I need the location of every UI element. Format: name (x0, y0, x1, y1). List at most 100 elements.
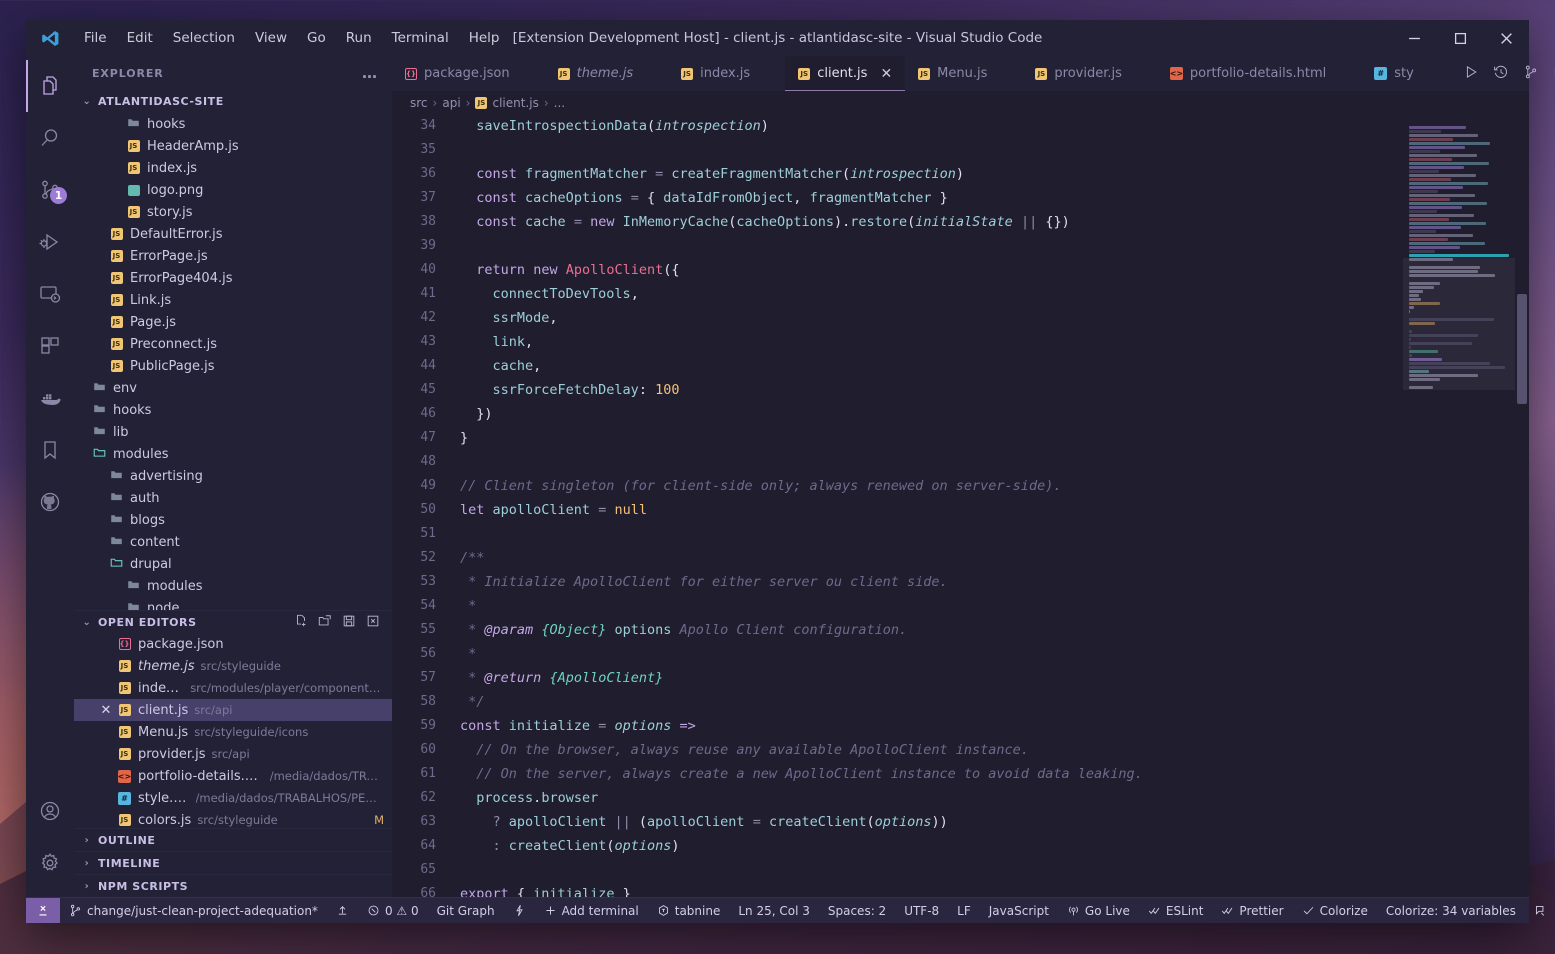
open-editor-menu-js[interactable]: JS Menu.js src/styleguide/icons (74, 721, 392, 743)
activity-docker[interactable] (26, 372, 74, 424)
sidebar-more-icon[interactable]: … (362, 64, 378, 82)
code-line[interactable]: 41 connectToDevTools, (392, 282, 1403, 306)
menu-help[interactable]: Help (459, 26, 510, 50)
activity-account[interactable] (26, 785, 74, 837)
code-line[interactable]: 39 (392, 234, 1403, 258)
status-git-branch[interactable]: change/just-clean-project-adequation* (60, 898, 327, 923)
code-line[interactable]: 65 (392, 858, 1403, 882)
status-language-mode[interactable]: JavaScript (980, 898, 1058, 923)
code-line[interactable]: 59 const initialize = options => (392, 714, 1403, 738)
code-line[interactable]: 35 (392, 138, 1403, 162)
tab-close-icon[interactable]: ✕ (880, 67, 892, 81)
tree-row-drupal[interactable]: drupal (74, 553, 392, 575)
open-editor-theme-js[interactable]: JS theme.js src/styleguide (74, 655, 392, 677)
menu-go[interactable]: Go (297, 26, 336, 50)
code-line[interactable]: 52 /** (392, 546, 1403, 570)
breadcrumb-api[interactable]: api (442, 96, 460, 110)
menu-edit[interactable]: Edit (117, 26, 163, 50)
tree-row-defaulterror-js[interactable]: JS DefaultError.js (74, 223, 392, 245)
status-eol[interactable]: LF (948, 898, 980, 923)
open-editor-portfolio-details-html[interactable]: <> portfolio-details.html/media/dados/TRA… (74, 765, 392, 787)
section-timeline[interactable]: › TIMELINE (74, 851, 392, 874)
save-all-icon[interactable] (342, 614, 356, 631)
editor-scrollbar[interactable] (1515, 114, 1529, 897)
activity-explorer[interactable] (26, 60, 74, 112)
tab-index-js[interactable]: JS index.js (668, 56, 786, 91)
status-indentation[interactable]: Spaces: 2 (819, 898, 895, 923)
tree-row-page-js[interactable]: JS Page.js (74, 311, 392, 333)
code-line[interactable]: 46 }) (392, 402, 1403, 426)
status-encoding[interactable]: UTF-8 (895, 898, 948, 923)
code-line[interactable]: 53 * Initialize ApolloClient for either … (392, 570, 1403, 594)
tree-row-lib[interactable]: lib (74, 421, 392, 443)
activity-remote-explorer[interactable] (26, 268, 74, 320)
open-editor-index-js[interactable]: JS index.js src/modules/player/components/… (74, 677, 392, 699)
open-editor-style-css[interactable]: # style.css/media/dados/TRABALHOS/PESSO… (74, 787, 392, 809)
code-line[interactable]: 55 * @param {Object} options Apollo Clie… (392, 618, 1403, 642)
tab-theme-js[interactable]: JS theme.js (544, 56, 669, 91)
tree-row-story-js[interactable]: JS story.js (74, 201, 392, 223)
activity-extensions[interactable] (26, 320, 74, 372)
tree-row-errorpage-js[interactable]: JS ErrorPage.js (74, 245, 392, 267)
status-prettier[interactable]: Prettier (1212, 898, 1292, 923)
code-line[interactable]: 61 // On the server, always create a new… (392, 762, 1403, 786)
code-line[interactable]: 62 process.browser (392, 786, 1403, 810)
breadcrumb-src[interactable]: src (410, 96, 428, 110)
tab-provider-js[interactable]: JS provider.js (1022, 56, 1157, 91)
maximize-button[interactable] (1437, 20, 1483, 56)
status-add-terminal[interactable]: Add terminal (535, 898, 648, 923)
code-line[interactable]: 51 (392, 522, 1403, 546)
status-lightning[interactable] (504, 898, 535, 923)
history-icon[interactable] (1493, 64, 1509, 84)
split-git-icon[interactable] (1523, 64, 1539, 84)
breadcrumb-symbol[interactable]: ... (554, 96, 565, 110)
code-line[interactable]: 38 const cache = new InMemoryCache(cache… (392, 210, 1403, 234)
code-line[interactable]: 57 * @return {ApolloClient} (392, 666, 1403, 690)
code-line[interactable]: 48 (392, 450, 1403, 474)
tree-row-publicpage-js[interactable]: JS PublicPage.js (74, 355, 392, 377)
run-icon[interactable] (1463, 64, 1479, 84)
menu-selection[interactable]: Selection (163, 26, 245, 50)
tree-row-modules[interactable]: modules (74, 443, 392, 465)
status-tabnine[interactable]: tabnine (648, 898, 730, 923)
tree-row-headeramp-js[interactable]: JS HeaderAmp.js (74, 135, 392, 157)
close-editor-icon[interactable]: ✕ (96, 703, 116, 718)
status-colorize-variables[interactable]: Colorize: 34 variables (1377, 898, 1525, 923)
status-cursor-position[interactable]: Ln 25, Col 3 (729, 898, 819, 923)
status-feedback[interactable] (1525, 898, 1555, 923)
status-problems[interactable]: 0 ⚠ 0 (358, 898, 428, 923)
code-line[interactable]: 42 ssrMode, (392, 306, 1403, 330)
tree-row-advertising[interactable]: advertising (74, 465, 392, 487)
tree-row-auth[interactable]: auth (74, 487, 392, 509)
menu-file[interactable]: File (74, 26, 117, 50)
code-line[interactable]: 50 let apolloClient = null (392, 498, 1403, 522)
menu-terminal[interactable]: Terminal (382, 26, 459, 50)
section-npm-scripts[interactable]: › NPM SCRIPTS (74, 874, 392, 897)
remote-indicator[interactable] (26, 898, 60, 923)
status-sync[interactable] (327, 898, 358, 923)
menu-view[interactable]: View (245, 26, 297, 50)
code-line[interactable]: 34 saveIntrospectionData(introspection) (392, 114, 1403, 138)
open-editors-header[interactable]: ⌄ OPEN EDITORS (74, 610, 392, 634)
open-editor-package-json[interactable]: {} package.json (74, 633, 392, 655)
code-line[interactable]: 58 */ (392, 690, 1403, 714)
tab-portfolio-details-html[interactable]: <> portfolio-details.html (1156, 56, 1362, 91)
tree-row-content[interactable]: content (74, 531, 392, 553)
status-git-graph[interactable]: Git Graph (428, 898, 504, 923)
code-line[interactable]: 37 const cacheOptions = { dataIdFromObje… (392, 186, 1403, 210)
minimize-button[interactable] (1391, 20, 1437, 56)
tree-row-modules[interactable]: modules (74, 575, 392, 597)
code-line[interactable]: 63 ? apolloClient || (apolloClient = cre… (392, 810, 1403, 834)
tab-package-json[interactable]: {} package.json (392, 56, 545, 91)
tree-row-hooks[interactable]: hooks (74, 399, 392, 421)
code-pane[interactable]: 34 saveIntrospectionData(introspection) 3… (392, 114, 1403, 897)
tree-row-logo-png[interactable]: logo.png (74, 179, 392, 201)
activity-source-control[interactable]: 1 (26, 164, 74, 216)
code-line[interactable]: 64 : createClient(options) (392, 834, 1403, 858)
open-editor-colors-js[interactable]: JS colors.js src/styleguide M (74, 809, 392, 828)
tree-row-blogs[interactable]: blogs (74, 509, 392, 531)
tree-row-preconnect-js[interactable]: JS Preconnect.js (74, 333, 392, 355)
explorer-project-header[interactable]: ⌄ ATLANTIDASC-SITE (74, 90, 392, 114)
activity-bookmarks[interactable] (26, 424, 74, 476)
minimap[interactable] (1403, 114, 1515, 897)
